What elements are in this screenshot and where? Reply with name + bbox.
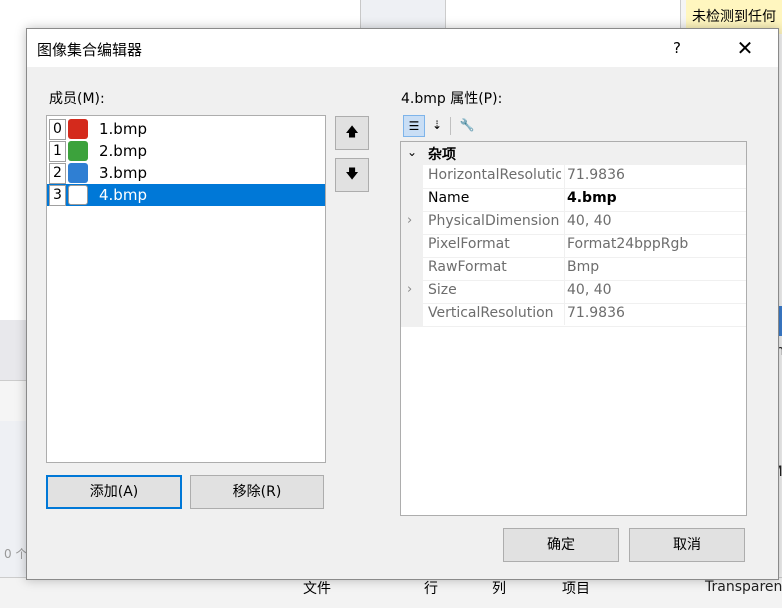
move-down-button[interactable]: 🡇 xyxy=(335,158,369,192)
move-up-button[interactable]: 🡅 xyxy=(335,116,369,150)
background-column-header: 文件 xyxy=(303,581,331,597)
blue-bird-icon xyxy=(68,163,88,183)
property-name: HorizontalResolution xyxy=(428,167,561,183)
dice-icon xyxy=(68,185,88,205)
toolbar-separator xyxy=(450,117,451,135)
property-row[interactable]: Name 4.bmp xyxy=(401,188,746,212)
dialog-title: 图像集合编辑器 xyxy=(37,41,143,59)
property-value: Bmp xyxy=(567,259,600,275)
members-label: 成员(M): xyxy=(49,91,105,107)
property-name: VerticalResolution xyxy=(428,305,554,321)
wrench-icon[interactable]: 🔧 xyxy=(457,115,477,135)
property-row[interactable]: RawFormat Bmp xyxy=(401,257,746,281)
item-index: 0 xyxy=(49,119,66,140)
property-row[interactable]: › PhysicalDimension 40, 40 xyxy=(401,211,746,235)
green-frog-icon xyxy=(68,141,88,161)
background-column-header: 项目 xyxy=(562,581,590,597)
property-value: 71.9836 xyxy=(567,305,625,321)
remove-button[interactable]: 移除(R) xyxy=(190,475,324,509)
expand-icon[interactable]: › xyxy=(407,282,412,297)
members-listbox[interactable]: 0 1.bmp 1 2.bmp 2 3.bmp 3 4.bmp xyxy=(46,115,326,463)
qq-penguin-icon xyxy=(68,119,88,139)
item-name: 4.bmp xyxy=(99,186,147,204)
row-gutter xyxy=(401,257,423,280)
item-name: 1.bmp xyxy=(99,120,147,138)
property-name: PhysicalDimension xyxy=(428,213,560,229)
property-value: Format24bppRgb xyxy=(567,236,689,252)
property-name: Name xyxy=(428,190,470,206)
add-button[interactable]: 添加(A) xyxy=(46,475,182,509)
item-index: 3 xyxy=(49,185,66,206)
property-row[interactable]: › Size 40, 40 xyxy=(401,280,746,304)
category-row[interactable]: ⌄ 杂项 xyxy=(401,142,746,165)
row-gutter xyxy=(401,188,423,211)
help-button[interactable]: ? xyxy=(657,29,697,67)
item-name: 3.bmp xyxy=(99,164,147,182)
categorized-icon[interactable]: ☰ xyxy=(403,115,425,137)
property-grid[interactable]: ⌄ 杂项 HorizontalResolution 71.9836 Name 4… xyxy=(400,141,747,516)
image-collection-editor-dialog: 图像集合编辑器 ? ✕ 成员(M): 0 1.bmp 1 2.bmp 2 3.b… xyxy=(26,28,779,580)
cancel-button[interactable]: 取消 xyxy=(629,528,745,562)
property-value[interactable]: 4.bmp xyxy=(567,190,617,206)
list-item-selected[interactable]: 3 4.bmp xyxy=(47,184,325,206)
background-column-header: 行 xyxy=(424,581,438,597)
category-label: 杂项 xyxy=(428,147,456,163)
ok-button[interactable]: 确定 xyxy=(503,528,619,562)
background-fragment: Transparen xyxy=(705,579,782,595)
alphabetical-icon[interactable]: ⇣ xyxy=(427,115,447,135)
property-value: 71.9836 xyxy=(567,167,625,183)
item-name: 2.bmp xyxy=(99,142,147,160)
background-error-list-header xyxy=(0,577,782,608)
list-item[interactable]: 2 3.bmp xyxy=(47,162,325,184)
property-name: PixelFormat xyxy=(428,236,510,252)
collapse-icon[interactable]: ⌄ xyxy=(407,145,417,159)
properties-label: 4.bmp 属性(P): xyxy=(401,91,503,107)
property-value: 40, 40 xyxy=(567,213,612,229)
background-column-header: 列 xyxy=(492,581,506,597)
property-row[interactable]: VerticalResolution 71.9836 xyxy=(401,303,746,327)
row-gutter xyxy=(401,165,423,188)
property-name: RawFormat xyxy=(428,259,507,275)
title-bar[interactable]: 图像集合编辑器 ? ✕ xyxy=(27,29,778,67)
close-button[interactable]: ✕ xyxy=(717,29,773,67)
background-strip xyxy=(0,380,26,421)
item-index: 1 xyxy=(49,141,66,162)
property-row[interactable]: PixelFormat Format24bppRgb xyxy=(401,234,746,258)
row-gutter xyxy=(401,234,423,257)
property-value: 40, 40 xyxy=(567,282,612,298)
background-strip xyxy=(0,320,26,380)
property-row[interactable]: HorizontalResolution 71.9836 xyxy=(401,165,746,189)
item-index: 2 xyxy=(49,163,66,184)
property-name: Size xyxy=(428,282,457,298)
row-gutter xyxy=(401,303,423,326)
expand-icon[interactable]: › xyxy=(407,213,412,228)
list-item[interactable]: 1 2.bmp xyxy=(47,140,325,162)
list-item[interactable]: 0 1.bmp xyxy=(47,118,325,140)
